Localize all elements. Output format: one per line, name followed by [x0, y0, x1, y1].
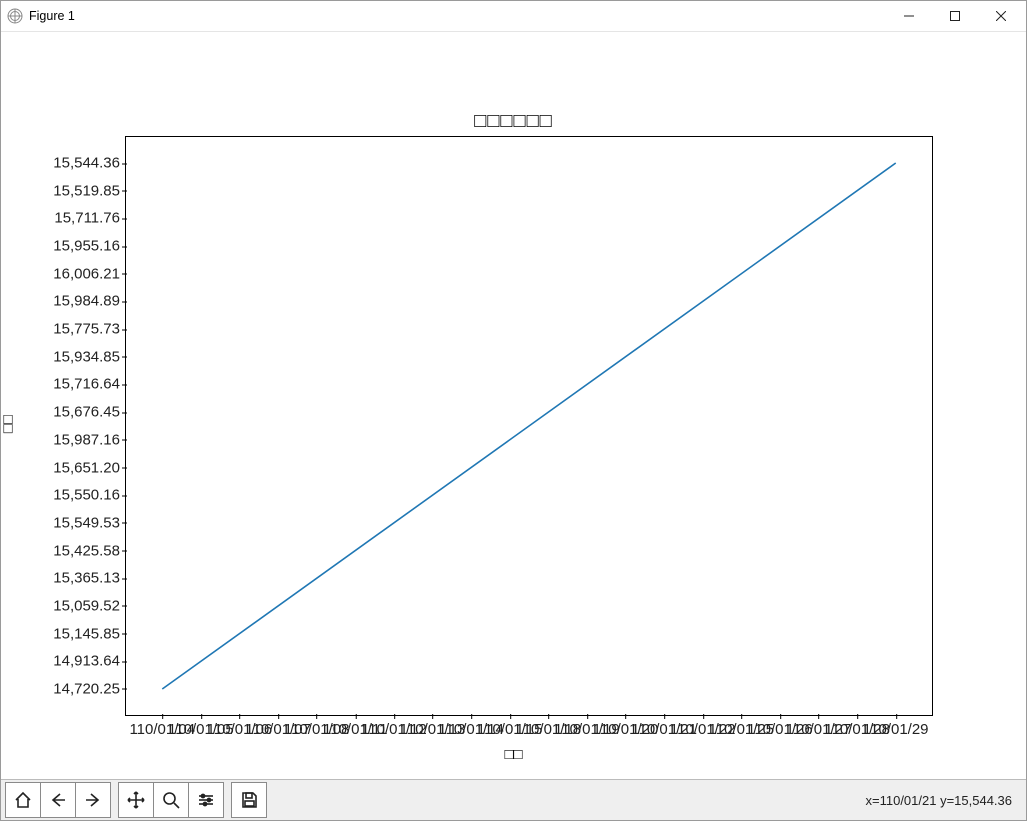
pan-button[interactable] — [118, 782, 154, 818]
zoom-button[interactable] — [153, 782, 189, 818]
y-tick: 14,720.25 — [53, 680, 126, 697]
y-tick: 15,425.58 — [53, 542, 126, 559]
y-axis-label: □□ — [1, 415, 17, 433]
y-tick: 15,059.52 — [53, 597, 126, 614]
configure-subplots-button[interactable] — [188, 782, 224, 818]
y-tick: 15,987.16 — [53, 431, 126, 448]
maximize-button[interactable] — [932, 1, 978, 31]
y-tick: 15,711.76 — [54, 210, 126, 227]
matplotlib-app-icon — [7, 8, 23, 24]
back-button[interactable] — [40, 782, 76, 818]
cursor-status: x=110/01/21 y=15,544.36 — [866, 793, 1013, 808]
y-tick: 15,984.89 — [53, 293, 126, 310]
home-button[interactable] — [5, 782, 41, 818]
y-tick: 15,716.64 — [53, 376, 126, 393]
y-tick: 15,955.16 — [53, 238, 126, 255]
save-button[interactable] — [231, 782, 267, 818]
y-tick: 14,913.64 — [53, 653, 126, 670]
nav-toolbar: x=110/01/21 y=15,544.36 — [1, 779, 1026, 820]
y-tick: 15,549.53 — [53, 514, 126, 531]
y-tick: 16,006.21 — [53, 265, 126, 282]
titlebar: Figure 1 — [1, 1, 1026, 32]
data-line — [126, 137, 932, 715]
window-title: Figure 1 — [29, 9, 75, 23]
forward-button[interactable] — [75, 782, 111, 818]
y-tick: 15,519.85 — [53, 182, 126, 199]
figure-window: Figure 1 □□□□□□ □□ 15,544.3615,519.8515,… — [0, 0, 1027, 821]
minimize-button[interactable] — [886, 1, 932, 31]
figure-canvas[interactable]: □□□□□□ □□ 15,544.3615,519.8515,711.7615,… — [1, 32, 1026, 779]
y-tick: 15,775.73 — [53, 321, 126, 338]
y-tick: 15,544.36 — [53, 155, 126, 172]
close-button[interactable] — [978, 1, 1024, 31]
x-axis-label: □□ — [1, 746, 1026, 763]
y-tick: 15,550.16 — [53, 487, 126, 504]
y-tick: 15,676.45 — [53, 404, 126, 421]
x-tick: 110/01/29 — [863, 715, 929, 738]
y-tick: 15,651.20 — [53, 459, 126, 476]
chart-title: □□□□□□ — [1, 110, 1026, 133]
y-tick: 15,145.85 — [53, 625, 126, 642]
chart-axes: 15,544.3615,519.8515,711.7615,955.1616,0… — [125, 136, 933, 716]
y-tick: 15,365.13 — [53, 570, 126, 587]
y-tick: 15,934.85 — [53, 348, 126, 365]
